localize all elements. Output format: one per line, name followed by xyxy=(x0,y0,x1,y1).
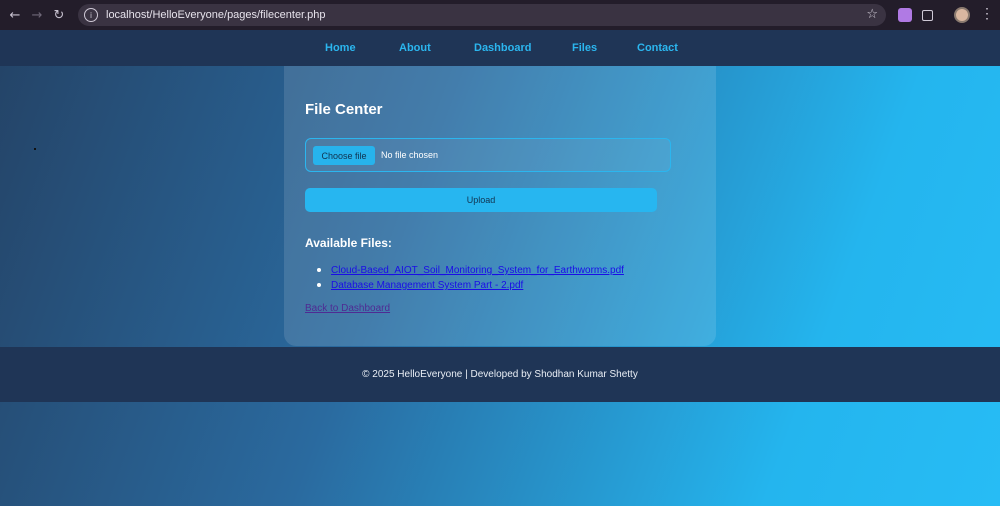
site-navbar: Home About Dashboard Files Contact xyxy=(0,30,1000,66)
footer-text: © 2025 HelloEveryone | Developed by Shod… xyxy=(362,369,638,380)
available-files-heading: Available Files: xyxy=(305,236,392,250)
file-input[interactable]: Choose file No file chosen xyxy=(305,138,671,172)
stray-dot xyxy=(34,148,36,150)
nav-link-files[interactable]: Files xyxy=(572,42,597,54)
file-link[interactable]: Database Management System Part - 2.pdf xyxy=(331,280,523,291)
nav-link-home[interactable]: Home xyxy=(325,42,356,54)
extension-icon[interactable] xyxy=(898,8,912,22)
back-to-dashboard-link[interactable]: Back to Dashboard xyxy=(305,303,390,314)
profile-avatar[interactable] xyxy=(954,7,970,23)
reload-icon[interactable]: ↻ xyxy=(48,4,70,26)
browser-toolbar: ← → ↻ i localhost/HelloEveryone/pages/fi… xyxy=(0,0,1000,30)
file-list: Cloud-Based_AIOT_Soil_Monitoring_System_… xyxy=(305,263,705,293)
site-footer: © 2025 HelloEveryone | Developed by Shod… xyxy=(0,347,1000,402)
bullet xyxy=(317,283,321,287)
nav-link-contact[interactable]: Contact xyxy=(637,42,678,54)
list-item: Database Management System Part - 2.pdf xyxy=(305,278,705,293)
file-link[interactable]: Cloud-Based_AIOT_Soil_Monitoring_System_… xyxy=(331,265,624,276)
browser-menu-icon[interactable]: ⋮ xyxy=(980,6,994,20)
extensions-puzzle-icon[interactable] xyxy=(922,10,933,21)
upload-button[interactable]: Upload xyxy=(305,188,657,212)
choose-file-button[interactable]: Choose file xyxy=(313,146,375,165)
forward-arrow-icon[interactable]: → xyxy=(26,4,48,26)
address-bar[interactable]: i localhost/HelloEveryone/pages/filecent… xyxy=(78,4,886,26)
bookmark-star-icon[interactable]: ☆ xyxy=(866,7,878,22)
back-arrow-icon[interactable]: ← xyxy=(4,4,26,26)
file-center-card: File Center Choose file No file chosen U… xyxy=(284,66,716,346)
nav-link-about[interactable]: About xyxy=(399,42,431,54)
site-info-icon[interactable]: i xyxy=(84,8,98,22)
nav-link-dashboard[interactable]: Dashboard xyxy=(474,42,531,54)
file-status-text: No file chosen xyxy=(381,150,439,160)
bullet xyxy=(317,268,321,272)
list-item: Cloud-Based_AIOT_Soil_Monitoring_System_… xyxy=(305,263,705,278)
page-title: File Center xyxy=(305,101,383,118)
url-text[interactable]: localhost/HelloEveryone/pages/filecenter… xyxy=(106,9,326,21)
